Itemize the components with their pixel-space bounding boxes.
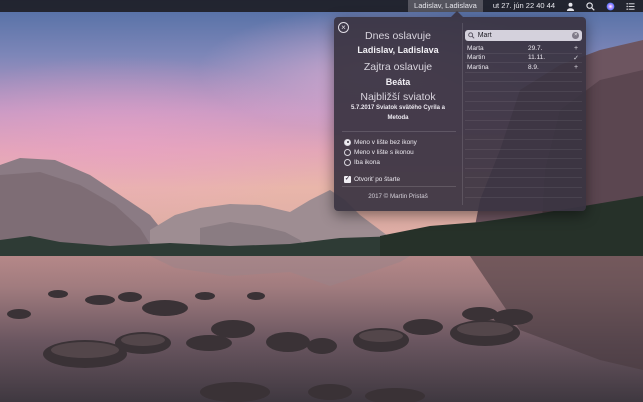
result-name: Marta [467, 44, 484, 52]
checkmark-icon[interactable]: ✓ [570, 54, 582, 62]
holiday-text: 5.7.2017 Sviatok svätého Cyrila a Metoda [350, 105, 446, 121]
launch-at-start-option[interactable]: ✓ Otvoriť po štarte [344, 174, 400, 184]
empty-result-row [465, 82, 582, 92]
result-date: 29.7. [528, 44, 543, 52]
today-names: Ladislav, Ladislava [357, 45, 439, 55]
name-search-panel: × Marta 29.7. + Martin 11.11. ✓ Martina … [465, 27, 582, 207]
radio-button[interactable] [344, 138, 351, 146]
user-icon[interactable] [565, 1, 575, 11]
add-reminder-icon[interactable]: + [570, 45, 582, 52]
divider [342, 186, 456, 187]
info-panel: Dnes oslavuje Ladislav, Ladislava Zajtra… [334, 17, 462, 211]
empty-result-row [465, 178, 582, 188]
divider [342, 131, 456, 132]
empty-result-row [465, 92, 582, 102]
option-label: Iba ikona [354, 158, 380, 166]
launch-at-start-checkbox[interactable]: ✓ [344, 175, 351, 183]
search-icon [468, 32, 475, 39]
column-separator [462, 23, 463, 205]
empty-result-row [465, 111, 582, 121]
empty-result-row [465, 121, 582, 131]
empty-result-row [465, 159, 582, 169]
empty-result-row [465, 188, 582, 198]
radio-button[interactable] [344, 148, 351, 156]
menu-bar: Ladislav, Ladislava ut 27. jún 22 40 44 [0, 0, 643, 12]
result-name: Martin [467, 54, 486, 62]
holiday-heading: Najbližší sviatok [360, 91, 436, 103]
empty-result-row [465, 169, 582, 179]
tomorrow-heading: Zajtra oslavuje [363, 61, 433, 73]
empty-result-row [465, 150, 582, 160]
notification-center-icon[interactable] [625, 1, 635, 11]
result-row[interactable]: Martin 11.11. ✓ [465, 54, 582, 64]
search-field[interactable]: × [465, 30, 582, 41]
empty-result-row [465, 140, 582, 150]
empty-result-row [465, 130, 582, 140]
result-row[interactable]: Marta 29.7. + [465, 44, 582, 54]
nameday-status-item[interactable]: Ladislav, Ladislava [408, 0, 483, 12]
result-name: Martina [467, 63, 489, 71]
option-icon-only[interactable]: Iba ikona [344, 157, 462, 167]
result-date: 8.9. [528, 63, 539, 71]
search-input[interactable] [477, 30, 570, 41]
result-row[interactable]: Martina 8.9. + [465, 63, 582, 73]
result-date: 11.11. [528, 54, 546, 62]
clock-status-item[interactable]: ut 27. jún 22 40 44 [493, 0, 555, 12]
launch-at-start-label: Otvoriť po štarte [354, 175, 401, 183]
option-name-with-icon[interactable]: Meno v lište s ikonou [344, 147, 462, 157]
clear-search-icon[interactable]: × [572, 32, 580, 39]
display-options: Meno v lište bez ikony Meno v lište s ik… [344, 137, 462, 167]
spotlight-search-icon[interactable] [585, 1, 595, 11]
today-heading: Dnes oslavuje [365, 30, 431, 42]
copyright-text: 2017 © Martin Pristaš [368, 193, 428, 200]
siri-icon[interactable] [605, 1, 615, 11]
option-name-without-icon[interactable]: Meno v lište bez ikony [344, 137, 462, 147]
tomorrow-name: Beáta [385, 77, 411, 87]
radio-button[interactable] [344, 158, 351, 166]
empty-result-row [465, 73, 582, 83]
option-label: Meno v lište s ikonou [354, 148, 414, 156]
add-reminder-icon[interactable]: + [570, 64, 582, 71]
nameday-popover: × Dnes oslavuje Ladislav, Ladislava Zajt… [334, 11, 586, 211]
option-label: Meno v lište bez ikony [354, 138, 417, 146]
results-list: Marta 29.7. + Martin 11.11. ✓ Martina 8.… [465, 44, 582, 198]
empty-result-row [465, 102, 582, 112]
